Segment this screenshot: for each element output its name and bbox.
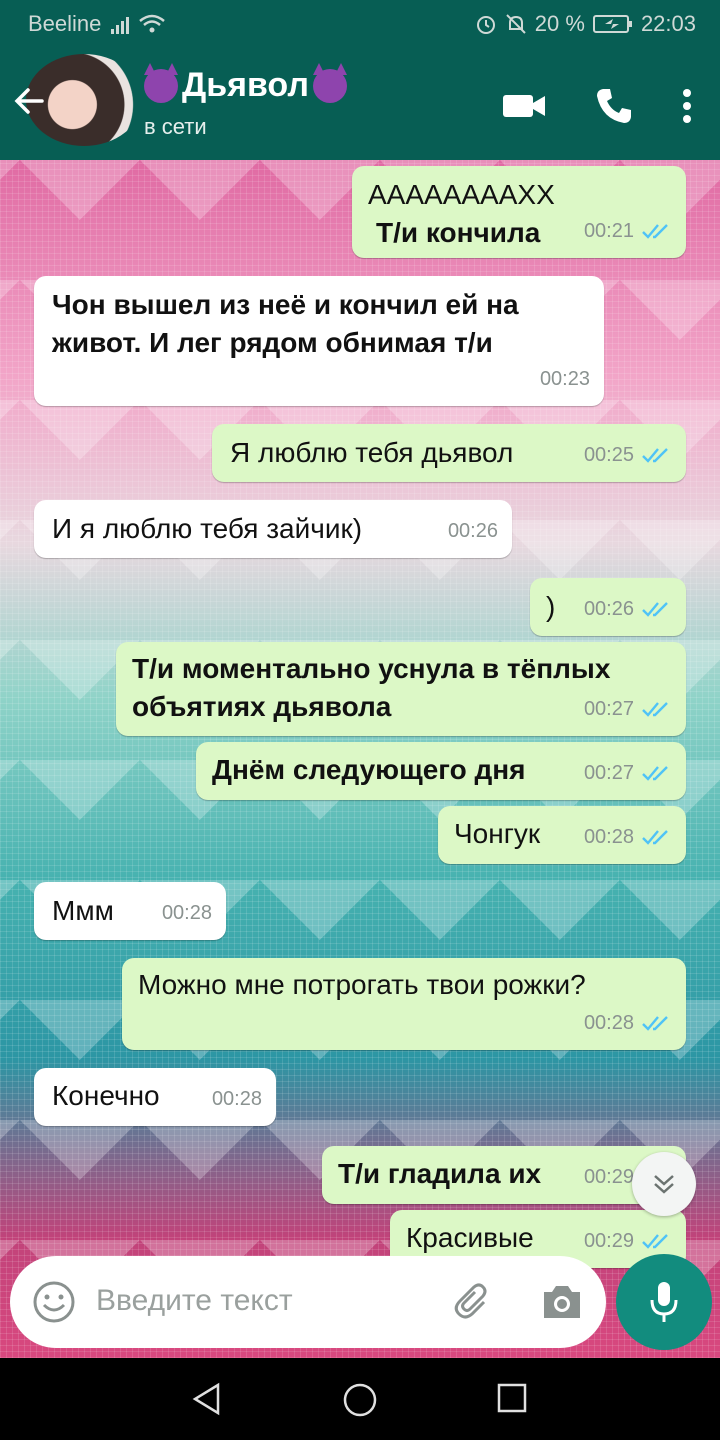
message-bubble-outgoing[interactable]: Я люблю тебя дьявол 00:25 (212, 424, 686, 482)
message-time: 00:28 (161, 902, 212, 924)
read-ticks-icon (642, 702, 668, 717)
message-bubble-outgoing[interactable]: ) 00:26 (530, 578, 686, 636)
message-time: 00:21 (583, 220, 634, 242)
message-text: Я люблю тебя дьявол (230, 437, 514, 468)
message-bubble-outgoing[interactable]: Можно мне потрогать твои рожки? 00:28 (122, 958, 686, 1050)
mute-icon (506, 14, 526, 34)
status-bar: Beeline 20 % 22:03 (0, 0, 720, 48)
message-text: Ммм (52, 895, 114, 926)
camera-icon[interactable] (540, 1282, 584, 1322)
video-call-icon[interactable] (502, 91, 546, 121)
arrow-left-icon[interactable] (12, 84, 46, 118)
devil-emoji-icon (144, 62, 178, 103)
message-bubble-outgoing[interactable]: Т/и гладила их 00:29 (322, 1146, 686, 1204)
nav-back-icon[interactable] (190, 1382, 224, 1416)
clock: 22:03 (640, 11, 696, 36)
double-chevron-down-icon (654, 1175, 674, 1194)
message-bubble-outgoing[interactable]: Т/и моментально уснула в тёплых объятиях… (116, 642, 686, 736)
message-text: объятиях дьявола (132, 691, 392, 722)
battery-icon (592, 15, 632, 33)
attach-icon[interactable] (452, 1280, 496, 1324)
message-text: Т/и гладила их (338, 1158, 542, 1189)
message-time: 00:28 (583, 826, 634, 848)
chat-header: Дьявол в сети (0, 48, 720, 160)
message-time: 00:26 (583, 598, 634, 620)
message-time: 00:26 (447, 520, 498, 542)
read-ticks-icon (642, 830, 668, 845)
header-actions (502, 86, 692, 126)
read-ticks-icon (642, 1234, 668, 1249)
nav-recents-icon[interactable] (496, 1382, 528, 1414)
message-time: 00:27 (583, 698, 634, 720)
read-ticks-icon (642, 602, 668, 617)
mic-icon (650, 1282, 678, 1322)
read-ticks-icon (642, 224, 668, 239)
message-bubble-incoming[interactable]: Конечно 00:28 (34, 1068, 276, 1126)
message-text: живот. И лег рядом обнимая т/и (52, 327, 493, 358)
message-input[interactable]: Введите текст (96, 1284, 293, 1318)
wifi-icon (139, 14, 166, 33)
message-time: 00:23 (539, 368, 590, 390)
message-text: И я люблю тебя зайчик) (52, 513, 363, 544)
message-text: Днём следующего дня (212, 754, 526, 785)
nav-home-icon[interactable] (342, 1382, 378, 1418)
carrier-name: Beeline (28, 11, 102, 36)
message-time: 00:28 (583, 1012, 634, 1034)
phone-icon[interactable] (594, 86, 634, 126)
system-navigation-bar (0, 1358, 720, 1440)
chat-messages[interactable]: ААААААААХХ Т/и кончила 00:21 Чон вышел и… (0, 160, 720, 1358)
message-text: Т/и кончила (376, 217, 541, 248)
message-bubble-incoming[interactable]: Чон вышел из неё и кончил ей на живот. И… (34, 276, 604, 406)
message-bubble-incoming[interactable]: Ммм 00:28 (34, 882, 226, 940)
message-time: 00:28 (211, 1088, 262, 1110)
message-text: Можно мне потрогать твои рожки? (138, 969, 586, 1000)
alarm-icon (476, 16, 495, 34)
read-ticks-icon (642, 448, 668, 463)
message-bubble-incoming[interactable]: И я люблю тебя зайчик) 00:26 (34, 500, 512, 558)
signal-icon (111, 14, 130, 34)
message-time: 00:25 (583, 444, 634, 466)
message-text: Т/и моментально уснула в тёплых (132, 653, 611, 684)
voice-record-button[interactable] (616, 1254, 712, 1350)
message-text: Чон вышел из неё и кончил ей на (52, 289, 519, 320)
message-bubble-outgoing[interactable]: Чонгук 00:28 (438, 806, 686, 864)
emoji-icon[interactable] (32, 1280, 76, 1324)
message-bubble-outgoing[interactable]: ААААААААХХ Т/и кончила 00:21 (352, 166, 686, 258)
contact-name: Дьявол (182, 66, 309, 104)
message-time: 00:27 (583, 762, 634, 784)
message-text: ) (546, 591, 556, 622)
scroll-to-bottom-button[interactable] (632, 1152, 696, 1216)
message-text: Красивые (406, 1222, 534, 1253)
message-text: Чонгук (454, 818, 541, 849)
contact-name-row[interactable]: Дьявол (144, 62, 347, 105)
read-ticks-icon (642, 1016, 668, 1031)
more-vert-icon[interactable] (682, 88, 692, 124)
message-text: Конечно (52, 1080, 160, 1111)
read-ticks-icon (642, 766, 668, 781)
message-time: 00:29 (583, 1230, 634, 1252)
message-bubble-outgoing[interactable]: Днём следующего дня 00:27 (196, 742, 686, 800)
message-time: 00:29 (583, 1166, 634, 1188)
message-text: ААААААААХХ (368, 179, 555, 210)
battery-percent: 20 % (534, 11, 585, 36)
contact-status: в сети (144, 114, 207, 139)
message-composer: Введите текст (10, 1256, 606, 1348)
devil-emoji-icon (312, 62, 347, 103)
